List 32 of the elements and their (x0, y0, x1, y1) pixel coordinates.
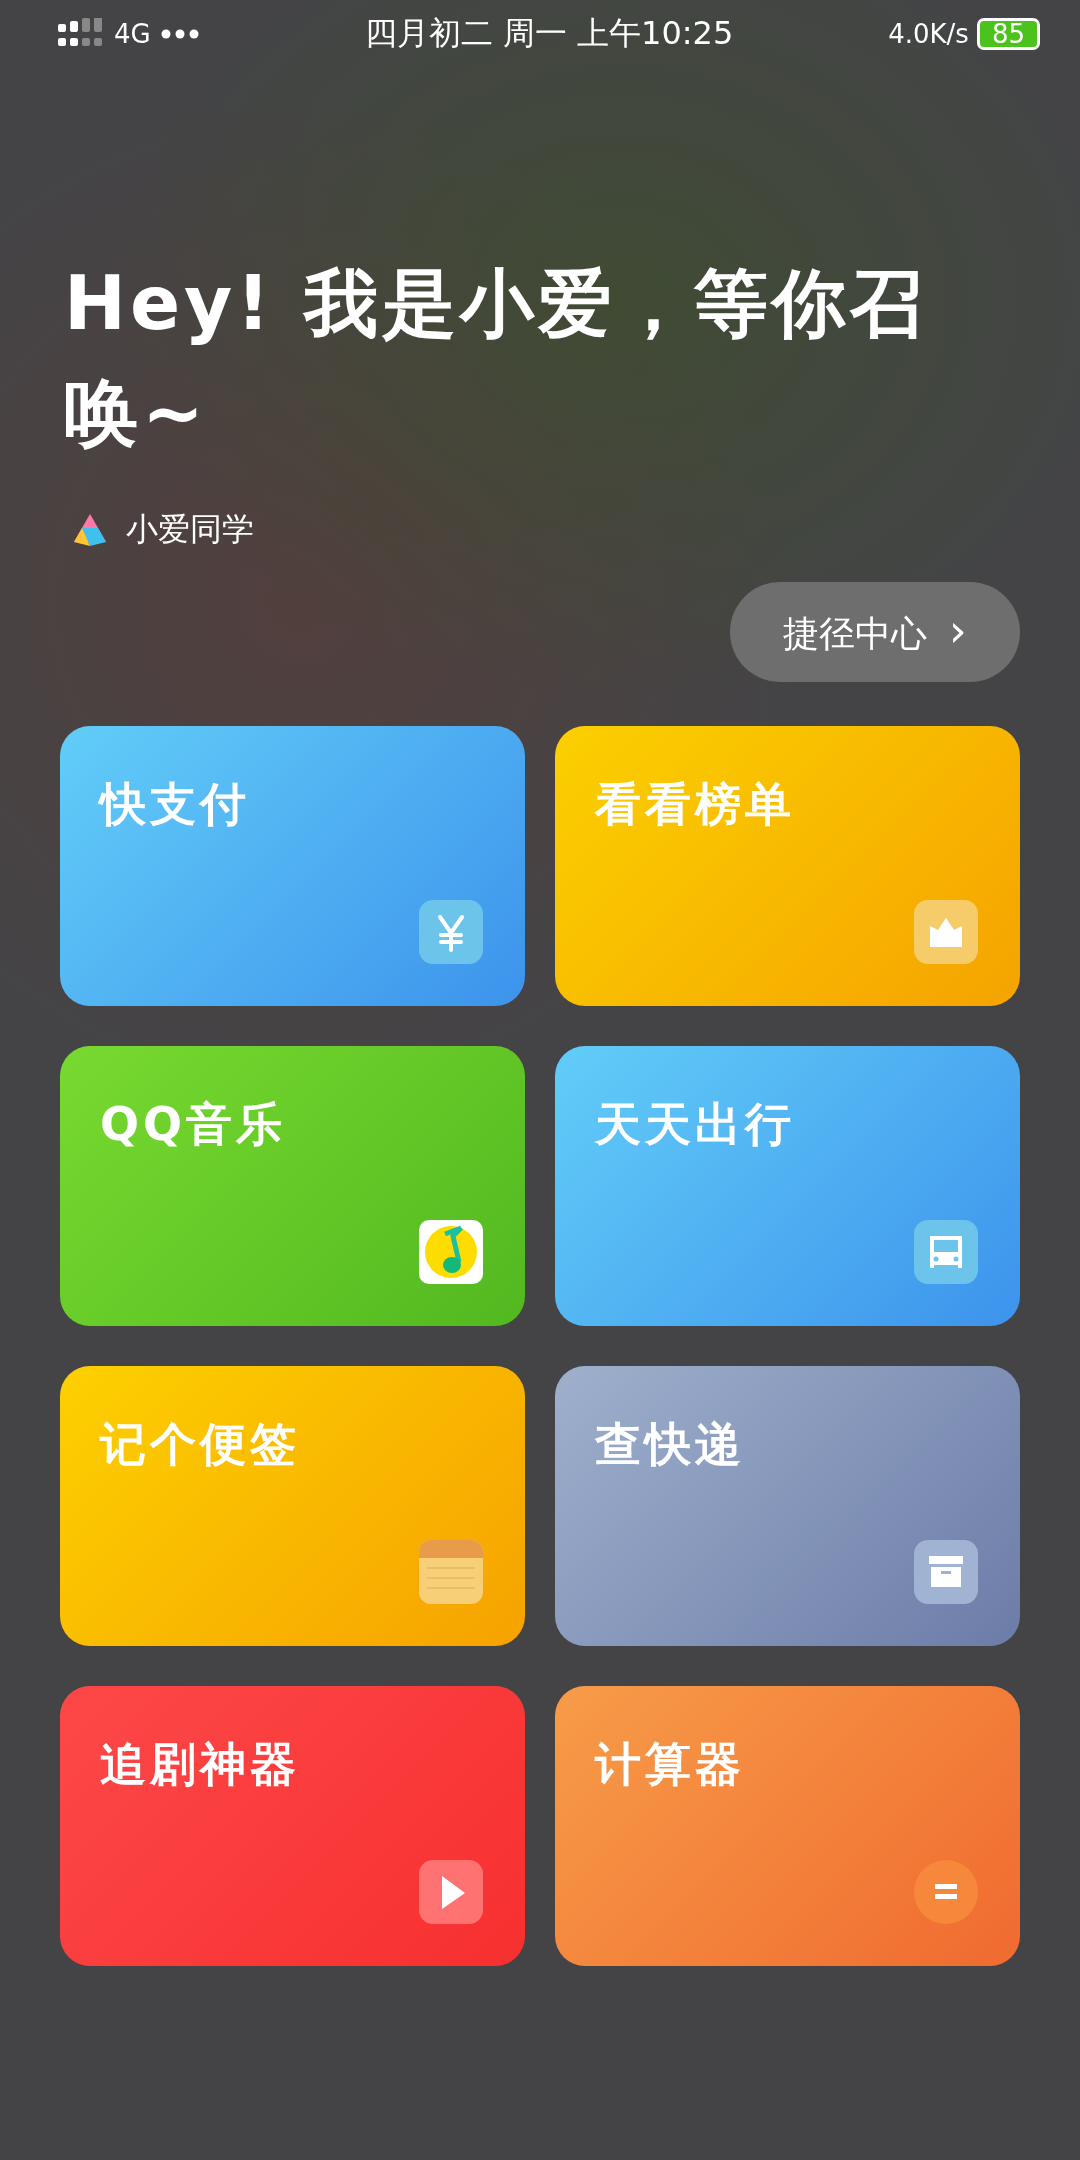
archive-box-icon (914, 1540, 978, 1604)
greeting-text: Hey! 我是小爱，等你召唤~ (64, 259, 929, 458)
card-title: QQ音乐 (100, 1097, 287, 1151)
battery-indicator: 85 (976, 18, 1040, 50)
shortcut-card[interactable]: 快支付 (60, 726, 525, 1006)
assistant-name: 小爱同学 (126, 509, 254, 550)
bus-icon (914, 1220, 978, 1284)
music-note-icon (419, 1220, 483, 1284)
card-title: 天天出行 (595, 1097, 795, 1151)
crown-icon (914, 900, 978, 964)
shortcut-card[interactable]: QQ音乐 (60, 1046, 525, 1326)
equals-icon (914, 1860, 978, 1924)
card-title: 查快递 (595, 1417, 745, 1471)
shortcut-center-button[interactable]: 捷径中心 › (730, 582, 1020, 682)
card-title: 计算器 (595, 1737, 745, 1791)
shortcut-card[interactable]: 计算器 (555, 1686, 1020, 1966)
yen-icon (419, 900, 483, 964)
shortcut-card[interactable]: 天天出行 (555, 1046, 1020, 1326)
card-title: 追剧神器 (100, 1737, 300, 1791)
date-time: 四月初二 周一 上午10:25 (364, 13, 734, 54)
play-icon (419, 1860, 483, 1924)
card-title: 记个便签 (100, 1417, 300, 1471)
shortcut-card[interactable]: 记个便签 (60, 1366, 525, 1646)
more-dots-icon (160, 29, 199, 39)
shortcut-card[interactable]: 追剧神器 (60, 1686, 525, 1966)
network-speed: 4.0K/s (888, 19, 969, 49)
network-type: 4G (114, 19, 151, 49)
notepad-icon (419, 1540, 483, 1604)
shortcut-card[interactable]: 查快递 (555, 1366, 1020, 1646)
card-title: 快支付 (100, 777, 250, 831)
card-title: 看看榜单 (595, 777, 795, 831)
shortcut-card[interactable]: 看看榜单 (555, 726, 1020, 1006)
